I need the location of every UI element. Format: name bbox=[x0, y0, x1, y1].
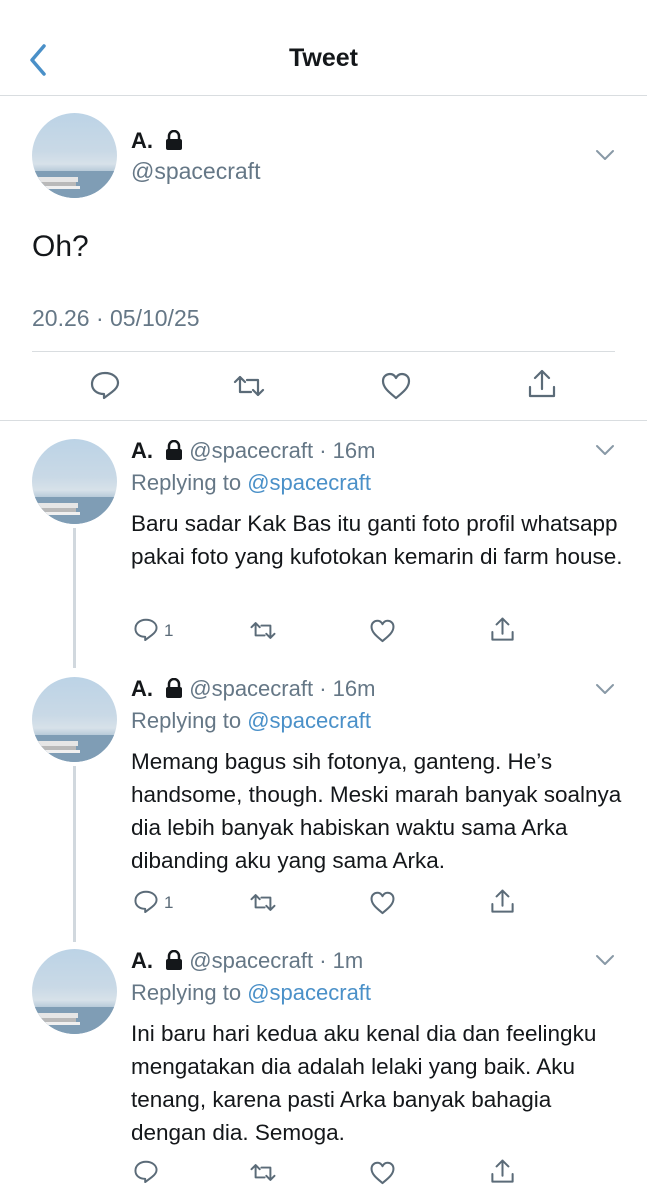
avatar[interactable] bbox=[32, 949, 117, 1034]
chevron-down-icon[interactable] bbox=[594, 682, 616, 696]
lock-icon bbox=[166, 950, 183, 970]
reply-count: 1 bbox=[164, 893, 174, 912]
retweet-icon[interactable] bbox=[231, 372, 267, 400]
thread-line bbox=[73, 766, 76, 942]
replying-to: Replying to @spacecraft bbox=[131, 470, 372, 495]
replying-to-link[interactable]: @spacecraft bbox=[247, 980, 371, 1005]
divider bbox=[0, 420, 647, 421]
reply-icon[interactable] bbox=[133, 1159, 159, 1184]
reply-header[interactable]: A. @spacecraft · 1m bbox=[131, 948, 363, 974]
reply-count: 1 bbox=[164, 621, 174, 640]
retweet-icon[interactable] bbox=[248, 619, 278, 642]
avatar[interactable] bbox=[32, 677, 117, 762]
replying-to-link[interactable]: @spacecraft bbox=[247, 708, 371, 733]
reply-text: Baru sadar Kak Bas itu ganti foto profil… bbox=[131, 511, 623, 569]
avatar[interactable] bbox=[32, 439, 117, 524]
divider bbox=[32, 351, 615, 352]
share-icon[interactable] bbox=[489, 887, 516, 916]
tweet-text: Oh? bbox=[32, 230, 89, 263]
author-name[interactable]: A. bbox=[131, 128, 183, 154]
like-icon[interactable] bbox=[369, 618, 396, 643]
like-icon[interactable] bbox=[369, 890, 396, 915]
reply-header[interactable]: A. @spacecraft · 16m bbox=[131, 676, 375, 702]
author-handle[interactable]: @spacecraft bbox=[131, 158, 260, 185]
retweet-icon[interactable] bbox=[248, 1161, 278, 1184]
replying-to: Replying to @spacecraft bbox=[131, 708, 372, 733]
thread-line bbox=[73, 528, 76, 668]
lock-icon bbox=[166, 678, 183, 698]
retweet-icon[interactable] bbox=[248, 891, 278, 914]
share-icon[interactable] bbox=[489, 615, 516, 644]
reply-text: Ini baru hari kedua aku kenal dia dan fe… bbox=[131, 1021, 597, 1145]
avatar[interactable] bbox=[32, 113, 117, 198]
share-icon[interactable] bbox=[489, 1157, 516, 1186]
chevron-down-icon[interactable] bbox=[594, 443, 616, 457]
tweet-timestamp: 20.26 · 05/10/25 bbox=[32, 305, 200, 331]
reply-icon[interactable] bbox=[133, 889, 159, 914]
reply-header[interactable]: A. @spacecraft · 16m bbox=[131, 438, 375, 464]
lock-icon bbox=[166, 440, 183, 460]
reply-icon[interactable] bbox=[89, 370, 121, 400]
page-title: Tweet bbox=[289, 44, 358, 72]
like-icon[interactable] bbox=[380, 371, 412, 400]
like-icon[interactable] bbox=[369, 1160, 396, 1185]
chevron-down-icon[interactable] bbox=[594, 953, 616, 967]
replying-to: Replying to @spacecraft bbox=[131, 980, 372, 1005]
reply-text: Memang bagus sih fotonya, ganteng. He’s … bbox=[131, 749, 622, 873]
top-bar: Tweet bbox=[0, 0, 647, 96]
share-icon[interactable] bbox=[526, 367, 558, 401]
replying-to-link[interactable]: @spacecraft bbox=[247, 470, 371, 495]
chevron-down-icon[interactable] bbox=[594, 148, 616, 162]
lock-icon bbox=[166, 130, 183, 150]
reply-icon[interactable] bbox=[133, 617, 159, 642]
